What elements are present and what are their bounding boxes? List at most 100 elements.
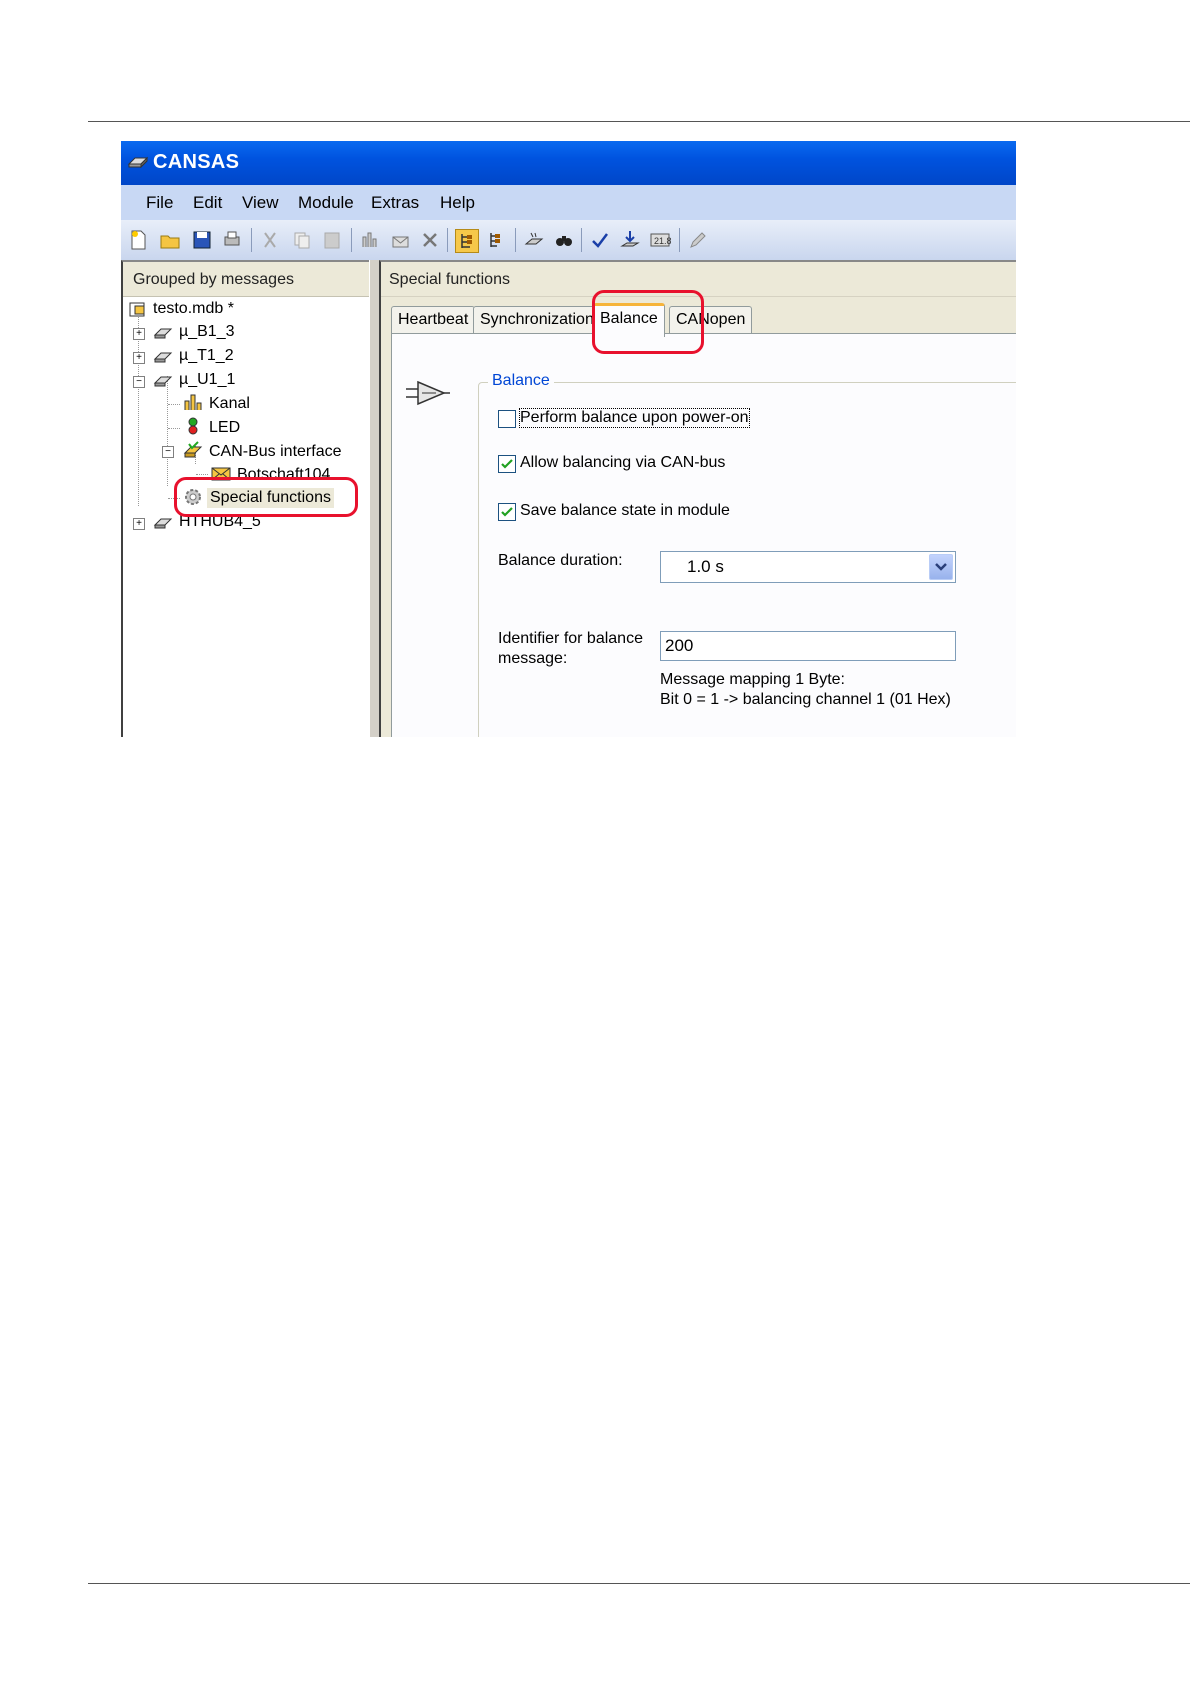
toolbar-separator bbox=[251, 228, 252, 252]
cansas-window: CANSAS File Edit View Module Extras Help… bbox=[121, 141, 1016, 737]
chevron-down-icon bbox=[935, 563, 947, 571]
new-file-icon[interactable] bbox=[127, 229, 149, 251]
menu-file[interactable]: File bbox=[146, 193, 173, 213]
cut-icon[interactable] bbox=[259, 229, 281, 251]
page-bottom-rule bbox=[88, 1583, 1190, 1584]
gear-icon bbox=[185, 489, 201, 505]
tree-item-can-bus[interactable]: CAN-Bus interface bbox=[209, 443, 342, 461]
balance-tab-panel: Balance Perform balance upon power-on Al… bbox=[391, 333, 1016, 737]
app-icon bbox=[127, 156, 149, 169]
toolbar-separator bbox=[515, 228, 516, 252]
toolbar-separator bbox=[447, 228, 448, 252]
pen-icon[interactable] bbox=[687, 229, 709, 251]
tree-item-botschaft[interactable]: Botschaft104 bbox=[237, 466, 330, 484]
balance-group-title: Balance bbox=[488, 372, 554, 390]
identifier-label-line-2: message: bbox=[498, 650, 568, 667]
expand-toggle[interactable]: + bbox=[133, 352, 145, 364]
properties-title: Special functions bbox=[389, 271, 510, 288]
tree-guide-line bbox=[168, 404, 180, 405]
tree-guide-line bbox=[167, 376, 168, 486]
check-mark-icon bbox=[501, 507, 513, 517]
collapse-toggle[interactable]: − bbox=[133, 376, 145, 388]
menu-module[interactable]: Module bbox=[298, 193, 354, 213]
download-icon[interactable] bbox=[619, 229, 641, 251]
delete-icon[interactable] bbox=[419, 229, 441, 251]
tree-item-u1[interactable]: µ_U1_1 bbox=[179, 371, 235, 389]
group-by-channels-icon[interactable] bbox=[485, 229, 507, 251]
tab-canopen[interactable]: CANopen bbox=[669, 306, 753, 333]
can-bus-balance-label[interactable]: Allow balancing via CAN-bus bbox=[520, 454, 725, 472]
channel-icon bbox=[184, 394, 202, 410]
properties-panel: Special functions Heartbeat Synchronizat… bbox=[379, 260, 1016, 737]
menu-view[interactable]: View bbox=[242, 193, 279, 213]
can-bus-balance-checkbox[interactable] bbox=[498, 455, 516, 473]
tab-synchronization[interactable]: Synchronization bbox=[473, 306, 595, 333]
properties-header: Special functions bbox=[381, 262, 1016, 297]
expand-toggle[interactable]: + bbox=[133, 328, 145, 340]
window-title: CANSAS bbox=[153, 151, 240, 173]
expand-toggle[interactable]: + bbox=[133, 518, 145, 530]
tree-guide-line bbox=[168, 428, 180, 429]
tree-item-t1[interactable]: µ_T1_2 bbox=[179, 347, 234, 365]
save-balance-state-checkbox[interactable] bbox=[498, 503, 516, 521]
mapping-text-line-1: Message mapping 1 Byte: bbox=[660, 671, 845, 688]
title-bar: CANSAS bbox=[121, 141, 1016, 185]
module-icon bbox=[153, 376, 173, 387]
copy-icon[interactable] bbox=[291, 229, 313, 251]
database-icon bbox=[129, 302, 145, 317]
group-by-messages-icon[interactable] bbox=[455, 229, 479, 253]
tree-panel-header: Grouped by messages bbox=[123, 262, 369, 297]
tab-heartbeat[interactable]: Heartbeat bbox=[391, 306, 476, 333]
menu-help[interactable]: Help bbox=[440, 193, 475, 213]
print-icon[interactable] bbox=[221, 229, 243, 251]
can-bus-icon bbox=[183, 441, 203, 458]
menu-bar: File Edit View Module Extras Help bbox=[121, 185, 1016, 220]
tree-guide-line bbox=[168, 498, 180, 499]
identifier-input-box[interactable] bbox=[660, 631, 956, 661]
amplifier-icon bbox=[406, 380, 450, 406]
page-top-rule bbox=[88, 121, 1190, 122]
tab-balance[interactable]: Balance bbox=[593, 303, 665, 337]
module-icon bbox=[153, 328, 173, 339]
power-on-balance-checkbox[interactable] bbox=[498, 410, 516, 428]
check-mark-icon bbox=[501, 459, 513, 469]
tree-item-hthub[interactable]: HTHUB4_5 bbox=[179, 513, 261, 531]
check-icon[interactable] bbox=[589, 229, 611, 251]
toolbar-separator bbox=[581, 228, 582, 252]
identifier-input[interactable] bbox=[665, 634, 945, 658]
dropdown-arrow[interactable] bbox=[929, 554, 953, 580]
mapping-text-line-2: Bit 0 = 1 -> balancing channel 1 (01 Hex… bbox=[660, 691, 951, 708]
module-icon bbox=[153, 352, 173, 363]
toolbar-separator bbox=[679, 228, 680, 252]
add-message-icon[interactable] bbox=[389, 229, 411, 251]
power-on-balance-label[interactable]: Perform balance upon power-on bbox=[519, 408, 750, 428]
save-balance-state-label[interactable]: Save balance state in module bbox=[520, 502, 730, 520]
open-folder-icon[interactable] bbox=[159, 229, 181, 251]
balance-duration-select[interactable]: 1.0 s bbox=[660, 551, 956, 583]
tree-item-led[interactable]: LED bbox=[209, 419, 240, 437]
module-icon bbox=[153, 518, 173, 529]
balance-duration-value: 1.0 s bbox=[687, 557, 724, 576]
identifier-label-line-1: Identifier for balance bbox=[498, 630, 643, 647]
tree-item-b1[interactable]: µ_B1_3 bbox=[179, 323, 234, 341]
message-icon bbox=[211, 467, 231, 481]
tree-item-special-functions[interactable]: Special functions bbox=[207, 488, 334, 508]
menu-extras[interactable]: Extras bbox=[371, 193, 419, 213]
toolbar-separator bbox=[351, 228, 352, 252]
paste-icon[interactable] bbox=[321, 229, 343, 251]
tree-item-kanal[interactable]: Kanal bbox=[209, 395, 250, 413]
toolbar: 21.8 bbox=[121, 220, 1016, 261]
tree-panel: Grouped by messages testo.mdb * + µ_B1_3… bbox=[121, 260, 369, 737]
module-search-icon[interactable] bbox=[523, 229, 545, 251]
svg-text:21.8: 21.8 bbox=[654, 236, 671, 246]
add-channel-icon[interactable] bbox=[359, 229, 381, 251]
tree-root-testo[interactable]: testo.mdb * bbox=[153, 300, 234, 318]
menu-edit[interactable]: Edit bbox=[193, 193, 222, 213]
tree-panel-title: Grouped by messages bbox=[133, 271, 294, 288]
save-icon[interactable] bbox=[191, 229, 213, 251]
measure-display-icon[interactable]: 21.8 bbox=[649, 229, 671, 251]
binoculars-icon[interactable] bbox=[553, 229, 575, 251]
led-icon bbox=[188, 417, 198, 435]
balance-duration-label: Balance duration: bbox=[498, 552, 623, 569]
collapse-toggle[interactable]: − bbox=[162, 446, 174, 458]
